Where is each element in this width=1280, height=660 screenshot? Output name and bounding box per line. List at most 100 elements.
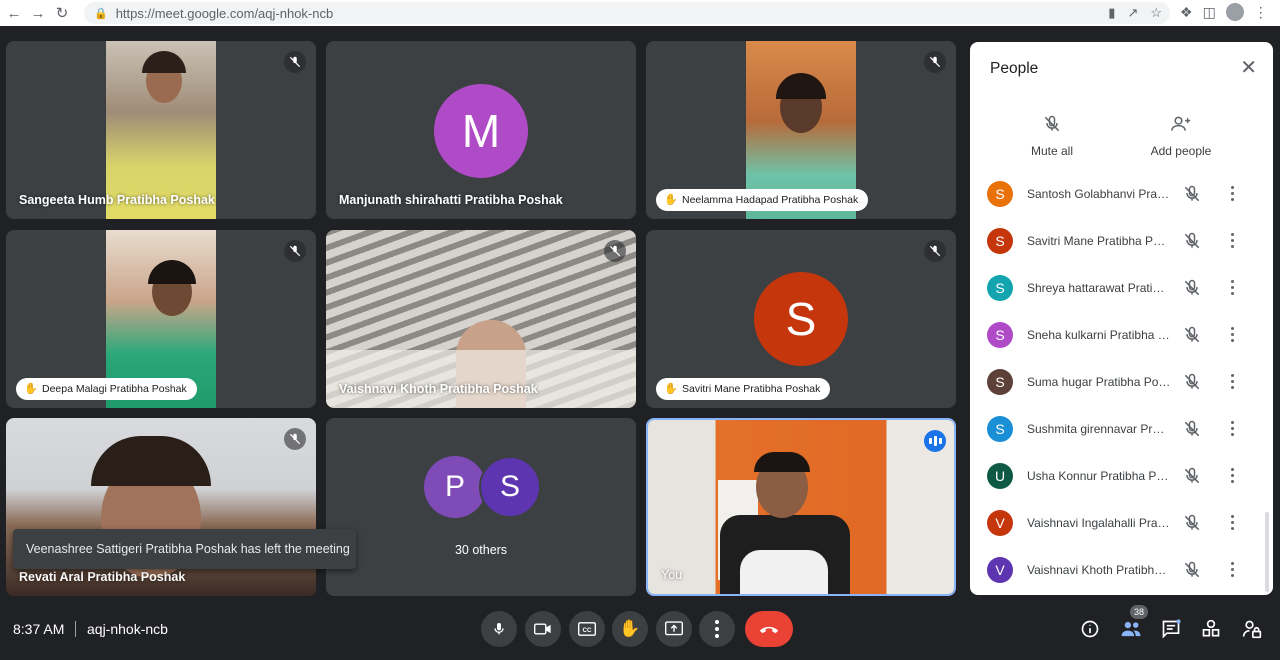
- avatar-initial: S: [499, 470, 520, 503]
- raise-hand-button[interactable]: ✋: [612, 611, 648, 647]
- participant-name: Sneha kulkarni Pratibha Poshak: [1027, 328, 1171, 342]
- participant-name: Sangeeta Humb Pratibha Poshak: [19, 193, 215, 207]
- close-icon[interactable]: ✕: [1240, 58, 1257, 78]
- more-vert-icon[interactable]: [1226, 277, 1238, 295]
- mic-icon: [494, 623, 504, 635]
- more-vert-icon[interactable]: [1226, 512, 1238, 530]
- participant-avatar: S: [987, 275, 1013, 301]
- participant-name: Suma hugar Pratibha Poshak: [1027, 375, 1171, 389]
- hand-icon: ✋: [619, 619, 641, 638]
- participant-row[interactable]: S Shreya hattarawat Pratibha Poshak: [970, 267, 1273, 314]
- mic-off-icon[interactable]: [1182, 278, 1202, 303]
- participant-tile[interactable]: Sangeeta Humb Pratibha Poshak: [6, 41, 316, 219]
- address-bar[interactable]: 🔒 https://meet.google.com/aqj-nhok-ncb ▮…: [84, 2, 1170, 24]
- microphone-button[interactable]: [481, 611, 517, 647]
- more-vert-icon[interactable]: [1226, 418, 1238, 436]
- back-icon[interactable]: ←: [4, 3, 24, 23]
- more-vert-icon[interactable]: [1226, 559, 1238, 577]
- share-icon[interactable]: ↗: [1127, 5, 1138, 21]
- participant-name: Neelamma Hadapad Pratibha Poshak: [682, 194, 859, 206]
- browser-menu-icon[interactable]: ⋮: [1254, 4, 1268, 21]
- avatar-initial: P: [444, 470, 465, 503]
- lock-person-icon: [1242, 620, 1262, 639]
- add-people-label: Add people: [1150, 144, 1212, 158]
- others-tile[interactable]: P S 30 others: [326, 418, 636, 596]
- participant-row[interactable]: S Santosh Golabhanvi Pratibha Poshak: [970, 173, 1273, 220]
- clock: 8:37 AM: [13, 621, 65, 637]
- participant-count-badge: 38: [1130, 605, 1148, 619]
- participant-avatar: S: [987, 181, 1013, 207]
- meeting-details-button[interactable]: [1077, 616, 1103, 642]
- more-vert-icon[interactable]: [1226, 230, 1238, 248]
- hang-up-icon: [759, 626, 779, 634]
- participant-name: Vaishnavi Khoth Pratibha Poshak: [339, 382, 538, 396]
- activities-button[interactable]: [1198, 616, 1224, 642]
- participant-name: Deepa Malagi Pratibha Poshak: [42, 383, 187, 395]
- panel-title: People: [990, 60, 1039, 77]
- mute-all-button[interactable]: Mute all: [997, 110, 1107, 158]
- participant-row[interactable]: S Suma hugar Pratibha Poshak: [970, 361, 1273, 408]
- mic-off-icon[interactable]: [1182, 325, 1202, 350]
- mic-off-icon[interactable]: [1182, 372, 1202, 397]
- participant-avatar: S: [987, 369, 1013, 395]
- participant-row[interactable]: V Vaishnavi Ingalahalli Pratibha Poshak: [970, 502, 1273, 549]
- mic-off-icon[interactable]: [1182, 513, 1202, 538]
- raised-hand-badge: ✋ Deepa Malagi Pratibha Poshak: [16, 378, 197, 400]
- participant-row[interactable]: V Vaishnavi Khoth Pratibha Poshak: [970, 549, 1273, 595]
- mic-off-icon[interactable]: [1182, 560, 1202, 585]
- scrollbar[interactable]: [1265, 512, 1269, 592]
- profile-avatar[interactable]: [1225, 3, 1244, 21]
- mic-off-icon[interactable]: [1182, 419, 1202, 444]
- more-vert-icon[interactable]: [1226, 324, 1238, 342]
- camera-indicator-icon[interactable]: ▮: [1108, 5, 1115, 21]
- participant-tile[interactable]: M Manjunath shirahatti Pratibha Poshak: [326, 41, 636, 219]
- mic-off-icon: [997, 110, 1107, 138]
- camera-button[interactable]: [525, 611, 561, 647]
- chat-icon: [1162, 619, 1181, 639]
- participant-row[interactable]: U Usha Konnur Pratibha Poshak: [970, 455, 1273, 502]
- extensions-icon[interactable]: ❖: [1180, 4, 1193, 21]
- participant-tile[interactable]: ✋ Deepa Malagi Pratibha Poshak: [6, 230, 316, 408]
- forward-icon[interactable]: →: [28, 3, 48, 23]
- participant-avatar: S: [987, 322, 1013, 348]
- add-people-button[interactable]: Add people: [1126, 110, 1236, 158]
- mic-off-icon: [604, 240, 626, 262]
- participant-tile[interactable]: Vaishnavi Khoth Pratibha Poshak: [326, 230, 636, 408]
- participant-tile[interactable]: ✋ Neelamma Hadapad Pratibha Poshak: [646, 41, 956, 219]
- url-text: https://meet.google.com/aqj-nhok-ncb: [115, 5, 334, 21]
- reload-icon[interactable]: ↻: [52, 3, 72, 23]
- people-button[interactable]: [1118, 616, 1144, 642]
- meeting-code: aqj-nhok-ncb: [87, 621, 168, 637]
- participant-row[interactable]: S Sneha kulkarni Pratibha Poshak: [970, 314, 1273, 361]
- bookmark-star-icon[interactable]: ☆: [1150, 5, 1162, 21]
- participant-name: Vaishnavi Ingalahalli Pratibha Poshak: [1027, 516, 1171, 530]
- self-tile[interactable]: You: [646, 418, 956, 596]
- leave-call-button[interactable]: [745, 611, 793, 647]
- people-panel: People ✕ Mute all Add people S Santosh Go…: [970, 42, 1273, 595]
- participant-tile[interactable]: S ✋ Savitri Mane Pratibha Poshak: [646, 230, 956, 408]
- more-options-button[interactable]: [699, 611, 735, 647]
- more-vert-icon[interactable]: [1226, 183, 1238, 201]
- raised-hand-icon: ✋: [664, 383, 678, 395]
- captions-button[interactable]: CC: [569, 611, 605, 647]
- participant-row[interactable]: S Sushmita girennavar Pratibha Poshak: [970, 408, 1273, 455]
- participant-row[interactable]: S Savitri Mane Pratibha Poshak: [970, 220, 1273, 267]
- present-screen-button[interactable]: [656, 611, 692, 647]
- more-vert-icon[interactable]: [1226, 465, 1238, 483]
- mic-off-icon[interactable]: [1182, 184, 1202, 209]
- participant-name: Vaishnavi Khoth Pratibha Poshak: [1027, 563, 1171, 577]
- mic-off-icon: [284, 51, 306, 73]
- mic-off-icon[interactable]: [1182, 231, 1202, 256]
- self-video: [648, 420, 954, 594]
- svg-text:CC: CC: [583, 627, 592, 634]
- mic-off-icon[interactable]: [1182, 466, 1202, 491]
- participant-name: Revati Aral Pratibha Poshak: [19, 570, 186, 584]
- people-icon: [1121, 621, 1141, 637]
- others-count-label: 30 others: [454, 543, 508, 557]
- side-panel-icon[interactable]: ◫: [1203, 4, 1216, 21]
- more-vert-icon[interactable]: [1226, 371, 1238, 389]
- participant-tile[interactable]: Revati Aral Pratibha Poshak: [6, 418, 316, 596]
- host-controls-button[interactable]: [1239, 616, 1265, 642]
- chat-button[interactable]: [1158, 616, 1184, 642]
- participant-name: Sushmita girennavar Pratibha Poshak: [1027, 422, 1171, 436]
